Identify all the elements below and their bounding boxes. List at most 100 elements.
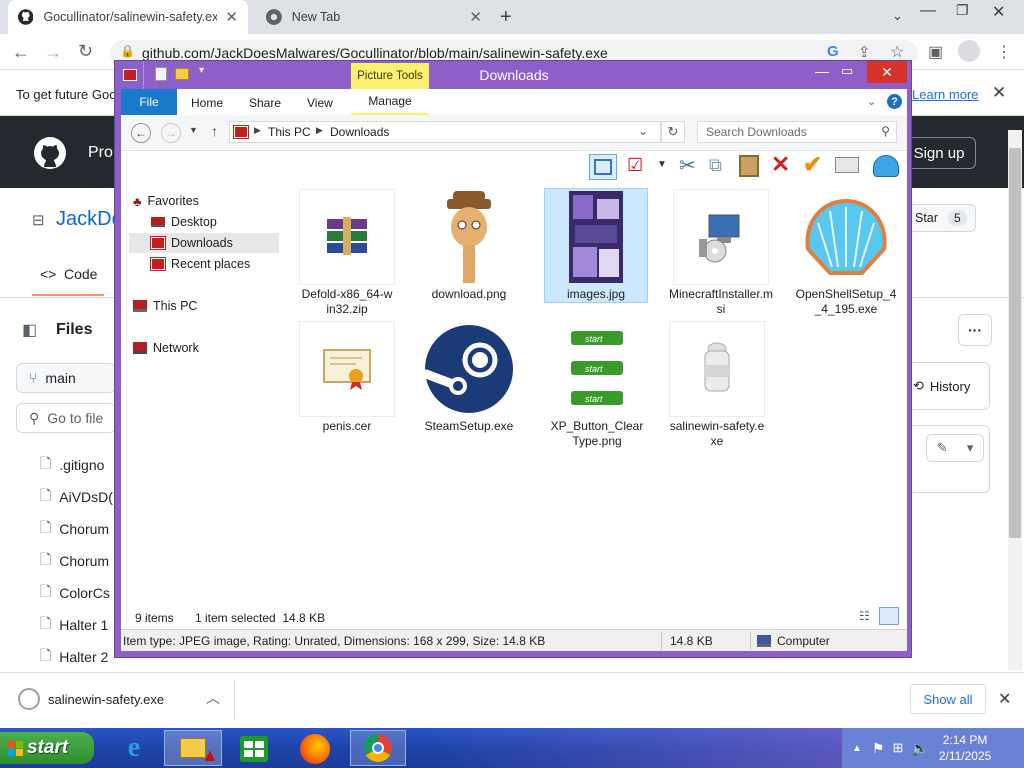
breadcrumb-downloads[interactable]: Downloads [330,125,389,139]
file-tree-item[interactable]: 🗋 .gitigno [40,453,104,477]
up-icon[interactable]: ↑ [211,123,218,139]
breadcrumb-this-pc[interactable]: This PC [268,125,311,139]
chrome-taskbar-button[interactable] [350,730,406,766]
file-item[interactable]: OpenShellSetup_4_4_195.exe [791,189,901,317]
file-item[interactable]: start start start XP_Button_ClearType.png [545,321,649,449]
file-tree-item[interactable]: 🗋 Halter 1 [40,613,108,637]
side-panel-icon[interactable]: ▣ [928,42,943,62]
ribbon-tab-home[interactable]: Home [191,96,223,110]
minimize-icon[interactable]: — [920,2,936,20]
nav-this-pc[interactable]: This PC [129,296,279,316]
page-scrollbar[interactable] [1008,130,1022,670]
close-icon[interactable]: ✕ [225,8,238,26]
show-hidden-icons[interactable]: ▲ [852,743,862,754]
file-item[interactable]: SteamSetup.exe [421,321,517,434]
nav-recent-places[interactable]: Recent places [129,254,279,274]
paste-icon[interactable] [739,155,759,177]
file-tree-item[interactable]: 🗋 Halter 2 [40,645,108,669]
restore-icon[interactable]: ❐ [956,2,969,19]
learn-more-link[interactable]: Learn more [912,87,978,102]
more-options-button[interactable]: ··· [958,314,992,346]
close-icon[interactable]: ✕ [992,83,1006,103]
file-item[interactable]: download.png [421,189,517,302]
edit-button-group[interactable]: ✎ ▾ [926,434,984,462]
reload-icon[interactable]: ↻ [78,41,93,62]
ribbon-tab-share[interactable]: Share [249,96,281,110]
tab-new[interactable]: New Tab ✕ [256,0,492,34]
details-view-icon[interactable]: ☷ [859,609,870,623]
firefox-icon[interactable] [300,734,330,764]
close-icon[interactable]: ✕ [469,8,482,26]
show-all-button[interactable]: Show all [910,684,986,714]
pencil-icon[interactable]: ✎ [937,440,948,456]
maximize-icon[interactable]: ▭ [841,63,853,79]
close-icon[interactable]: ✕ [992,2,1005,22]
file-tree-item[interactable]: 🗋 ColorCs [40,581,110,605]
nav-favorites[interactable]: ♣ Favorites [129,191,279,211]
action-center-flag-icon[interactable]: ⚑ [872,740,885,757]
chevron-down-icon[interactable]: ⌄ [892,8,903,24]
file-item-selected[interactable]: images.jpg [544,188,648,303]
close-icon[interactable]: ✕ [867,61,907,83]
network-icon[interactable]: ⊞ [892,740,903,756]
file-tree-item[interactable]: 🗋 Chorum [40,549,109,573]
forward-icon[interactable]: → [44,42,62,63]
ribbon-tab-manage[interactable]: Manage [351,89,429,115]
rename-icon[interactable] [835,157,859,173]
nav-network[interactable]: Network [129,338,279,358]
checkmark-icon[interactable]: ✔ [803,151,822,178]
large-icons-view-icon[interactable] [879,607,899,625]
internet-explorer-icon[interactable]: e [114,732,154,764]
shell-icon[interactable] [873,155,899,177]
tab-code[interactable]: Code [64,266,97,282]
file-item[interactable]: Defold-x86_64-win32.zip [299,189,395,317]
kebab-menu-icon[interactable]: ⋮ [996,42,1012,62]
store-icon[interactable] [240,736,268,762]
refresh-icon[interactable]: ↻ [661,121,685,143]
chevron-down-icon[interactable]: ▾ [967,440,974,456]
file-tree-item[interactable]: 🗋 Chorum [40,517,109,541]
sidebar-toggle-icon[interactable]: ◧ [22,320,37,340]
sign-up-button[interactable]: Sign up [902,137,976,169]
file-item[interactable]: MinecraftInstaller.msi [665,189,777,317]
start-button[interactable]: start [0,732,94,764]
tab-github[interactable]: Gocullinator/salinewin-safety.exe ✕ [8,0,248,34]
explorer-titlebar[interactable]: ▾ Picture Tools Downloads — ▭ ✕ [115,61,913,89]
file-tree-item[interactable]: 🗋 AiVDsD( [40,485,113,509]
minimize-icon[interactable]: — [815,63,829,79]
github-logo-icon[interactable] [34,137,66,169]
chevron-down-icon[interactable]: ⌄ [638,124,648,138]
bookmark-star-icon[interactable]: ☆ [890,42,904,62]
repo-owner-link[interactable]: JackDo [56,208,123,231]
share-icon[interactable]: ⇪ [858,43,871,61]
google-icon[interactable]: G [827,43,839,60]
help-icon[interactable]: ? [887,94,902,109]
chevron-down-icon[interactable]: ⌄ [867,95,876,108]
history-button[interactable]: ⟲ History [900,362,990,410]
delete-icon[interactable]: ✕ [771,151,790,178]
go-to-file-input[interactable]: ⚲ Go to file [16,403,116,433]
close-icon[interactable]: ✕ [998,689,1011,709]
search-input[interactable]: Search Downloads ⚲ [697,121,897,143]
header-menu-product[interactable]: Pro [88,144,113,162]
url-text[interactable]: github.com/JackDoesMalwares/Gocullinator… [142,45,608,61]
checklist-icon[interactable]: ☑ [627,155,643,176]
branch-selector[interactable]: ⑂ main [16,363,116,393]
scrollbar-thumb[interactable] [1009,148,1021,538]
download-item-name[interactable]: salinewin-safety.exe [48,692,164,707]
back-icon[interactable]: ← [12,42,30,63]
copy-icon[interactable]: ⧉ [709,155,722,176]
chevron-down-icon[interactable]: ▼ [657,159,667,170]
file-item[interactable]: salinewin-safety.exe [665,321,769,449]
new-tab-button[interactable]: + [500,6,512,29]
breadcrumb[interactable]: ▶ This PC ▶ Downloads ⌄ [229,121,661,143]
chevron-up-icon[interactable]: ︿ [206,688,220,708]
forward-icon[interactable]: → [161,123,181,143]
ribbon-tab-view[interactable]: View [307,96,333,110]
clock[interactable]: 2:14 PM 2/11/2025 [939,732,992,764]
nav-downloads[interactable]: Downloads [129,233,279,253]
profile-avatar-icon[interactable] [958,40,980,62]
file-explorer-icon[interactable]: ▲ [164,730,222,766]
file-item[interactable]: penis.cer [299,321,395,434]
volume-icon[interactable]: 🔈 [911,740,928,757]
